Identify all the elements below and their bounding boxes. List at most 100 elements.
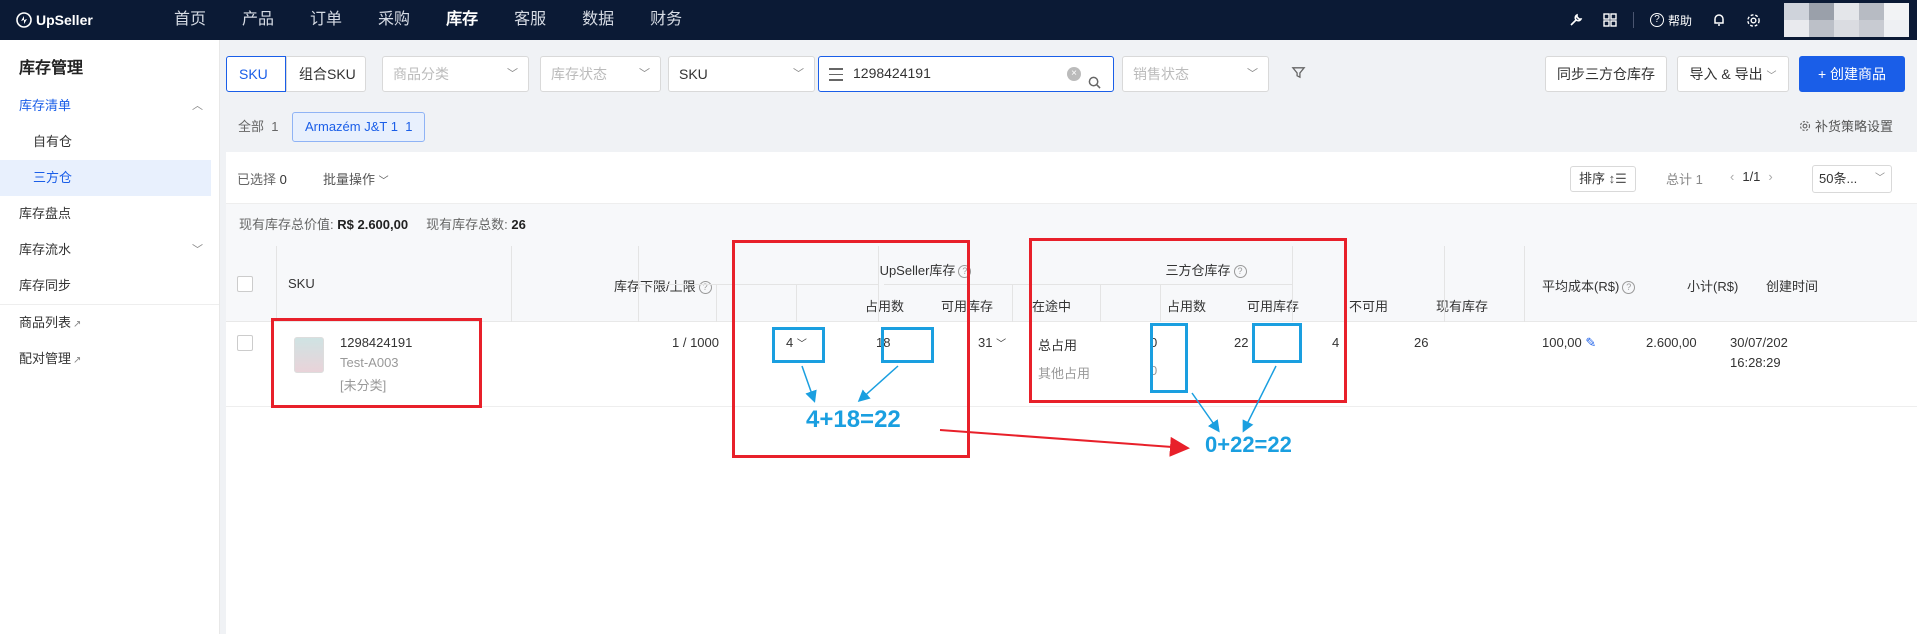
external-link-icon: ↗: [73, 355, 82, 366]
tab-warehouse-label: Armazém J&T 1: [305, 119, 398, 134]
sidebar-item-third-party-warehouse[interactable]: 三方仓: [0, 160, 211, 196]
prev-page-icon[interactable]: ‹: [1730, 169, 1734, 184]
sidebar-item-stock-sync[interactable]: 库存同步: [0, 268, 219, 304]
wrench-icon[interactable]: [1559, 0, 1593, 40]
help-icon[interactable]: ?: [698, 281, 712, 295]
col-avg-cost: 平均成本(R$)?: [1542, 276, 1636, 295]
chevron-down-icon: ﹀: [507, 68, 518, 80]
apps-grid-icon[interactable]: [1593, 0, 1627, 40]
nav-finance[interactable]: 财务: [632, 0, 700, 40]
filter-icon[interactable]: [1291, 65, 1306, 83]
nav-products[interactable]: 产品: [224, 0, 292, 40]
sidebar-item-label: 库存流水: [19, 242, 72, 257]
nav-service[interactable]: 客服: [496, 0, 564, 40]
nav-home[interactable]: 首页: [156, 0, 224, 40]
nav-data[interactable]: 数据: [564, 0, 632, 40]
bell-icon[interactable]: [1702, 0, 1736, 40]
chevron-down-icon: ﹀: [1766, 71, 1777, 82]
total-qty: 26: [511, 217, 526, 232]
tab-all[interactable]: 全部 1: [238, 112, 278, 142]
divider: [716, 284, 717, 322]
edit-pencil-icon[interactable]: ✎: [1585, 335, 1596, 350]
row-created-date: 30/07/202: [1730, 335, 1788, 350]
chevron-down-icon: ﹀: [378, 176, 389, 187]
search-field-select[interactable]: SKU ﹀: [668, 56, 815, 92]
selected-count: 已选择 0: [237, 169, 287, 188]
sidebar-item-label: 库存清单: [19, 98, 72, 113]
page-size-select[interactable]: 50条... ﹀: [1812, 165, 1892, 193]
sort-button[interactable]: 排序 ↕☰: [1570, 166, 1636, 192]
tab-all-label: 全部: [238, 119, 265, 134]
import-export-label: 导入 & 导出: [1689, 66, 1763, 82]
highlight-sku-box: [271, 318, 482, 408]
col-limits: 库存下限/上限?: [614, 276, 712, 295]
sidebar-item-product-list[interactable]: 商品列表 ↗: [0, 305, 219, 341]
help-icon[interactable]: ?: [1622, 281, 1636, 295]
equation-upseller: 4+18=22: [806, 406, 901, 433]
logo-icon: [16, 12, 32, 28]
total-value: R$ 2.600,00: [337, 217, 409, 232]
chevron-down-icon: ﹀: [793, 68, 804, 80]
sort-label: 排序: [1579, 171, 1606, 186]
row-checkbox[interactable]: [237, 335, 253, 351]
gear-icon[interactable]: [1736, 0, 1770, 40]
help-icon: ?: [1649, 13, 1664, 27]
replenish-settings-link[interactable]: 补货策略设置: [1799, 116, 1893, 135]
page-indicator: 1/1: [1742, 169, 1761, 184]
nav-inventory[interactable]: 库存: [428, 0, 496, 40]
sidebar-item-pairing[interactable]: 配对管理 ↗: [0, 341, 219, 377]
sidebar-item-own-warehouse[interactable]: 自有仓: [0, 124, 219, 160]
total-qty-label: 现有库存总数:: [426, 217, 508, 232]
pagination: ‹ 1/1 ›: [1722, 169, 1781, 184]
nav-orders[interactable]: 订单: [292, 0, 360, 40]
sync-third-party-button[interactable]: 同步三方仓库存: [1545, 56, 1667, 92]
chevron-down-icon: ﹀: [639, 68, 650, 80]
sidebar-title: 库存管理: [19, 60, 84, 77]
tab-combo-sku[interactable]: 组合SKU: [286, 56, 366, 92]
tab-warehouse-jt[interactable]: Armazém J&T 1 1: [292, 112, 426, 142]
search-input[interactable]: 1298424191 ×: [818, 56, 1114, 92]
brand-logo[interactable]: UpSeller: [16, 12, 136, 28]
col-sku: SKU: [288, 276, 315, 291]
row-limits[interactable]: 1 / 1000: [672, 335, 719, 350]
divider: [1012, 284, 1013, 322]
highlight-third-party-box: [1029, 238, 1347, 403]
user-avatar[interactable]: [1784, 3, 1909, 37]
total-value-label: 现有库存总价值:: [239, 217, 334, 232]
next-page-icon[interactable]: ›: [1768, 169, 1772, 184]
import-export-button[interactable]: 导入 & 导出 ﹀: [1677, 56, 1789, 92]
sidebar-item-stock-flow[interactable]: 库存流水 ﹀: [0, 232, 219, 268]
selected-label: 已选择: [237, 172, 277, 187]
list-actions-bar: 已选择 0 批量操作 ﹀ 排序 ↕☰ 总计 1 ‹ 1/1 › 50条... ﹀: [226, 152, 1917, 204]
row-subtotal: 2.600,00: [1646, 335, 1697, 350]
sort-icon: ↕☰: [1608, 171, 1627, 186]
category-select[interactable]: 商品分类 ﹀: [382, 56, 529, 92]
bulk-actions-dropdown[interactable]: 批量操作 ﹀: [323, 169, 389, 188]
divider: [511, 246, 512, 322]
stock-status-select[interactable]: 库存状态 ﹀: [540, 56, 661, 92]
row-in-transit[interactable]: 31 ﹀: [978, 335, 1006, 350]
col-subtotal: 小计(R$): [1687, 279, 1739, 294]
col-unavailable: 不可用: [1349, 299, 1389, 314]
create-product-button[interactable]: + 创建商品: [1799, 56, 1905, 92]
list-icon: [829, 68, 843, 85]
equation-third-party: 0+22=22: [1205, 432, 1292, 457]
help-button[interactable]: ? 帮助: [1640, 12, 1702, 29]
nav-purchase[interactable]: 采购: [360, 0, 428, 40]
clear-icon[interactable]: ×: [1067, 67, 1081, 81]
replenish-label: 补货策略设置: [1814, 119, 1893, 134]
search-icon[interactable]: [1088, 68, 1101, 101]
tab-sku[interactable]: SKU: [226, 56, 286, 92]
sidebar-item-label: 配对管理: [19, 351, 72, 366]
tab-all-count: 1: [271, 119, 279, 134]
col-avg-cost-label: 平均成本(R$): [1542, 279, 1620, 294]
row-current: 26: [1414, 335, 1429, 350]
highlight-tp-available-box: [1252, 323, 1302, 363]
divider: [1444, 246, 1445, 322]
sales-status-select[interactable]: 销售状态 ﹀: [1122, 56, 1269, 92]
sidebar-item-stock-list[interactable]: 库存清单 ︿: [0, 88, 219, 124]
sidebar-item-label: 商品列表: [19, 315, 72, 330]
chevron-down-icon: ﹀: [1875, 173, 1885, 184]
select-all-checkbox[interactable]: [237, 276, 253, 292]
sidebar-item-stock-count[interactable]: 库存盘点: [0, 196, 219, 232]
